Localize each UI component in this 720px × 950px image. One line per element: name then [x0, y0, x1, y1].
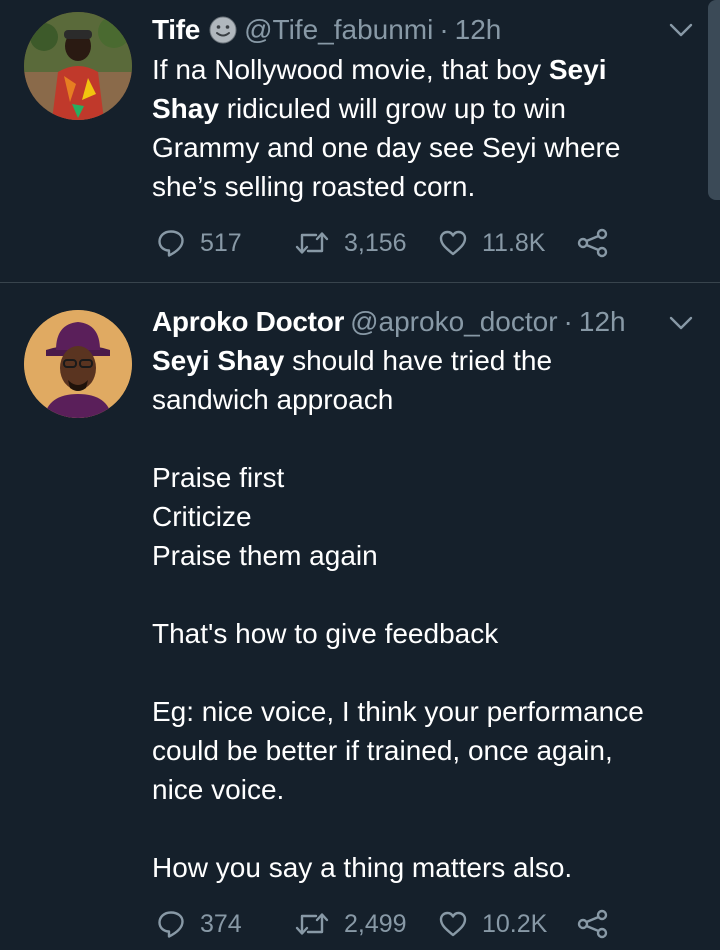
text-line: sandwich approach — [152, 380, 692, 419]
bold-text: Shay — [152, 93, 219, 124]
retweet-icon — [294, 909, 330, 939]
separator-dot: · — [563, 306, 573, 337]
timestamp[interactable]: 12h — [579, 302, 626, 342]
text-segment: sandwich approach — [152, 384, 394, 415]
text-line: Seyi Shay should have tried the — [152, 341, 692, 380]
like-count: 11.8K — [482, 228, 546, 257]
text-segment: How you say a thing matters also. — [152, 852, 573, 883]
text-segment: Eg: nice voice, I think your performance — [152, 696, 644, 727]
tweet-text: If na Nollywood movie, that boy Seyi Shay… — [152, 50, 692, 206]
tweet-actions: 517 3,156 11.8K — [156, 223, 636, 263]
share-button[interactable] — [576, 223, 610, 263]
text-segment: should have tried the — [284, 345, 553, 376]
text-segment: could be better if trained, once again, — [152, 735, 613, 766]
share-icon — [576, 228, 610, 258]
reply-icon — [156, 228, 186, 258]
heart-icon — [438, 909, 468, 939]
separator-dot: · — [439, 14, 449, 45]
text-segment: That's how to give feedback — [152, 618, 499, 649]
text-segment: ridiculed will grow up to win — [218, 93, 566, 124]
tweet[interactable]: Aproko Doctor @aproko_doctor · 12h Seyi … — [0, 283, 720, 950]
display-name[interactable]: Aproko Doctor — [152, 302, 344, 342]
text-line: Grammy and one day see Seyi where — [152, 128, 692, 167]
reply-button[interactable]: 374 — [156, 904, 242, 944]
text-segment: Grammy and one day see Seyi where — [152, 132, 621, 163]
text-line: Eg: nice voice, I think your performance — [152, 692, 692, 731]
share-button[interactable] — [576, 904, 610, 944]
tweet-actions: 374 2,499 10.2K — [156, 904, 636, 944]
text-segment: Praise first — [152, 462, 285, 493]
reply-count: 517 — [200, 228, 242, 257]
retweet-button[interactable]: 2,499 — [294, 904, 407, 944]
heart-icon — [438, 228, 468, 258]
text-line: Shay ridiculed will grow up to win — [152, 89, 692, 128]
bold-text: Seyi — [548, 54, 607, 85]
chevron-down-icon[interactable] — [668, 315, 694, 331]
text-line: How you say a thing matters also. — [152, 848, 692, 887]
like-count: 10.2K — [482, 909, 548, 938]
retweet-icon — [294, 228, 330, 258]
avatar[interactable] — [24, 310, 132, 418]
text-line: Criticize — [152, 497, 692, 536]
share-icon — [576, 909, 610, 939]
reply-icon — [156, 909, 186, 939]
text-segment: she’s selling roasted corn. — [152, 171, 476, 202]
text-line: nice voice. — [152, 770, 692, 809]
text-segment: Praise them again — [152, 540, 378, 571]
display-name[interactable]: Tife — [152, 10, 200, 50]
retweet-count: 3,156 — [344, 228, 407, 257]
reply-button[interactable]: 517 — [156, 223, 242, 263]
tweet-header: Tife @Tife_fabunmi · 12h — [152, 10, 680, 50]
user-handle[interactable]: @aproko_doctor — [350, 302, 557, 342]
text-line: could be better if trained, once again, — [152, 731, 692, 770]
like-button[interactable]: 10.2K — [438, 904, 547, 944]
user-handle[interactable]: @Tife_fabunmi — [244, 10, 433, 50]
text-segment: nice voice. — [152, 774, 285, 805]
tweet-header: Aproko Doctor @aproko_doctor · 12h — [152, 302, 680, 342]
bold-text: Seyi Shay — [152, 345, 285, 376]
retweet-count: 2,499 — [344, 909, 407, 938]
text-segment: If na Nollywood movie, that boy — [152, 54, 549, 85]
text-line: If na Nollywood movie, that boy Seyi — [152, 50, 692, 89]
tweet-text: Seyi Shay should have tried the sandwich … — [152, 341, 692, 887]
text-segment: Criticize — [152, 501, 252, 532]
like-button[interactable]: 11.8K — [438, 223, 545, 263]
text-line: That's how to give feedback — [152, 614, 692, 653]
chevron-down-icon[interactable] — [668, 22, 694, 38]
reply-count: 374 — [200, 909, 242, 938]
text-line: she’s selling roasted corn. — [152, 167, 692, 206]
smiley-emoji-icon — [208, 15, 238, 45]
avatar[interactable] — [24, 12, 132, 120]
timestamp[interactable]: 12h — [455, 10, 502, 50]
text-line: Praise them again — [152, 536, 692, 575]
tweet[interactable]: Tife @Tife_fabunmi · 12h If na Nollywood… — [0, 0, 720, 282]
text-line: Praise first — [152, 458, 692, 497]
retweet-button[interactable]: 3,156 — [294, 223, 407, 263]
